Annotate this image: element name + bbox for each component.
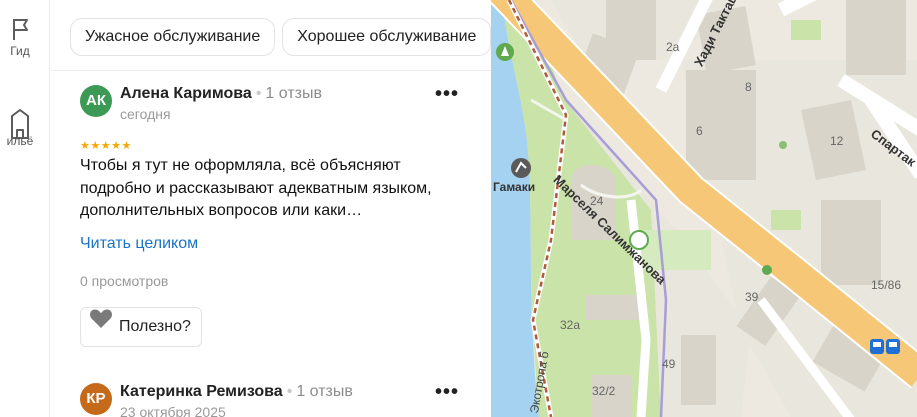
divider [51,70,491,71]
useful-button[interactable]: Полезно? [80,307,202,347]
chip-bad-service[interactable]: Ужасное обслуживание [70,18,276,56]
author-review-count: 1 отзыв [296,383,353,400]
rating-stars: ★★★★★ [80,140,132,152]
more-options-icon[interactable]: ••• [435,381,459,404]
review-date: сегодня [120,106,171,122]
building-icon [0,106,48,139]
rail-item-guide-label: Гид [10,44,30,58]
author-name[interactable]: Катеринка Ремизова [120,383,283,400]
house-number: 2а [666,40,680,54]
green-area [771,210,801,230]
building [586,295,641,320]
house-number: 8 [745,80,752,94]
house-number: 32а [560,318,581,332]
house-number: 39 [745,290,759,304]
rail-item-housing[interactable]: ильё [0,106,48,148]
read-more-link[interactable]: Читать целиком [80,235,198,253]
reviews-panel: Ужасное обслуживание Хорошее обслуживание… [51,0,491,417]
house-number: 24 [590,194,604,208]
review-card: КР Катеринка Ремизова • 1 отзыв 23 октября… [80,381,470,417]
review-text: Чтобы я тут не оформляла, всё объясняют … [80,157,432,219]
filter-chips: Ужасное обслуживание Хорошее обслуживание [70,18,491,56]
building [846,0,906,75]
heart-icon [89,306,113,344]
rail-item-housing-label: ильё [6,134,34,148]
flag-icon [0,16,48,44]
rail-item-guide[interactable]: Гид [0,16,48,58]
building [821,200,881,285]
views-count: 0 просмотров [80,273,169,289]
house-number: 32/2 [592,384,616,398]
gamaki-icon [511,158,531,178]
green-area [791,20,821,40]
house-number: 49 [662,357,676,371]
author-review-count: 1 отзыв [265,85,322,102]
useful-label: Полезно? [119,318,191,336]
house-number: 15/86 [871,278,902,292]
left-rail: Гид ильё [0,0,50,417]
review-author: Катеринка Ремизова • 1 отзыв [120,383,353,401]
more-options-icon[interactable]: ••• [435,83,459,106]
review-author: Алена Каримова • 1 отзыв [120,85,322,103]
separator-dot: • [255,85,262,102]
building [681,335,716,405]
author-name[interactable]: Алена Каримова [120,85,252,102]
chip-good-service[interactable]: Хорошее обслуживание [282,18,491,56]
poi-label-gamaki[interactable]: Гамаки [493,180,535,194]
review-date: 23 октября 2025 [120,404,226,417]
review-card: АК Алена Каримова • 1 отзыв сегодня ••• ★★… [80,83,470,355]
house-number: 12 [830,134,844,148]
tree-icon [762,265,772,275]
avatar[interactable]: КР [80,383,112,415]
house-number: 6 [696,124,703,138]
separator-dot: • [286,383,293,400]
map-view[interactable]: Марселя Салимжанова Хади Такташа Спартак… [491,0,917,417]
tree-icon [779,141,787,149]
avatar[interactable]: АК [80,85,112,117]
